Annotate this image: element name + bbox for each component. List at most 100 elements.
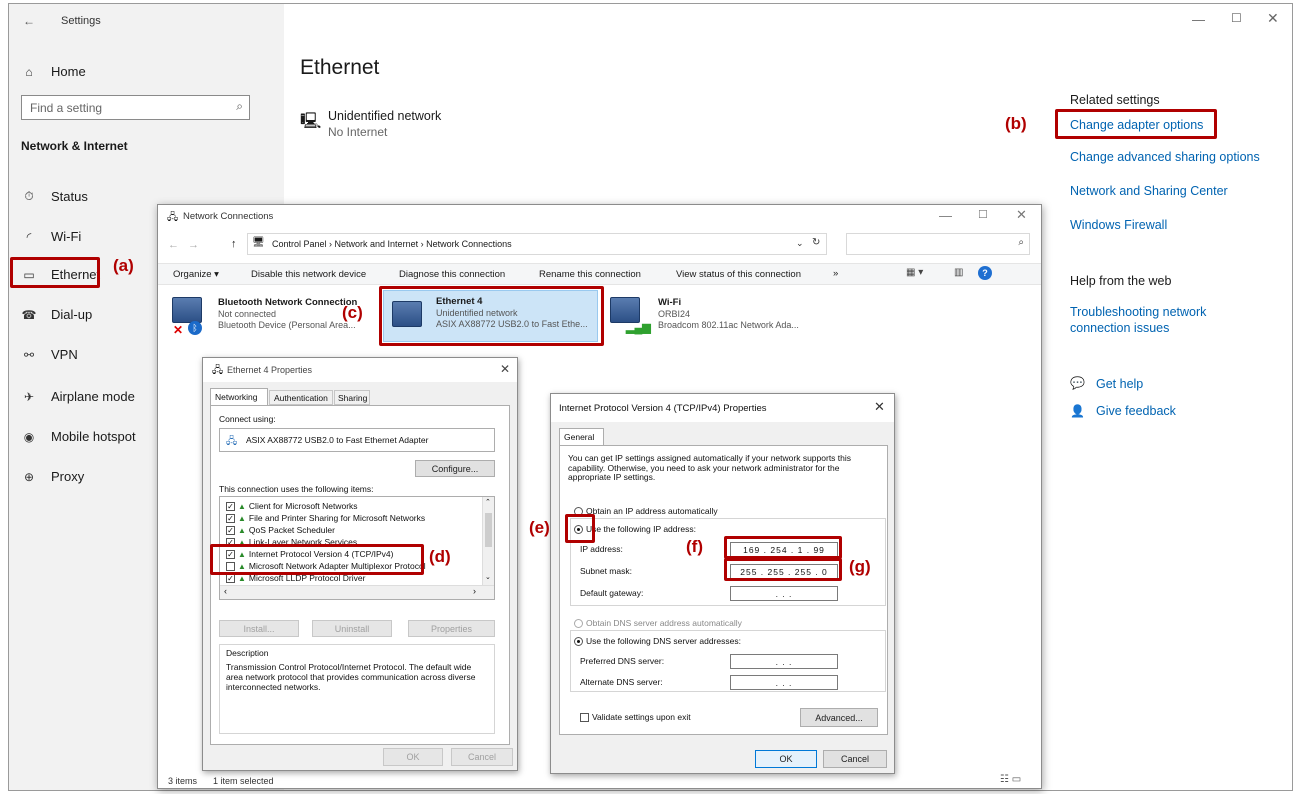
component-checkbox[interactable]: ✓ <box>226 502 235 512</box>
breadcrumb: Control Panel › Network and Internet › N… <box>272 239 512 249</box>
scroll-left-icon[interactable]: ‹ <box>224 586 227 596</box>
status-selected: 1 item selected <box>213 776 274 786</box>
nc-close-icon[interactable]: ✕ <box>1016 207 1027 223</box>
component-item[interactable]: ✓ ▲ File and Printer Sharing for Microsoft… <box>226 513 426 524</box>
component-label: Client for Microsoft Networks <box>248 501 358 511</box>
component-checkbox[interactable]: ✓ <box>226 526 235 536</box>
nc-search-icon: ⌕ <box>1018 237 1024 248</box>
component-item[interactable]: ✓ ▲ QoS Packet Scheduler <box>226 525 335 536</box>
properties-button[interactable]: Properties <box>408 620 495 637</box>
search-input[interactable]: Find a setting ⌕ <box>21 95 250 120</box>
ipv4-cancel-button[interactable]: Cancel <box>823 750 887 768</box>
component-checkbox[interactable]: ✓ <box>226 514 235 524</box>
airplane-icon: ✈ <box>23 389 35 404</box>
toolbar-rename[interactable]: Rename this connection <box>539 269 641 280</box>
toolbar-organize[interactable]: Organize ▾ <box>173 269 219 280</box>
maximize-icon[interactable]: ☐ <box>1231 11 1242 25</box>
gateway-input[interactable]: . . . <box>730 586 838 601</box>
radio-auto-ip[interactable]: Obtain an IP address automatically <box>574 506 718 517</box>
props-titlebar: 🖧 Ethernet 4 Properties ✕ <box>203 358 517 382</box>
preview-pane-icon[interactable]: ▥ <box>954 267 963 278</box>
troubleshooting-link[interactable]: Troubleshooting network connection issue… <box>1070 304 1230 336</box>
toolbar-diagnose[interactable]: Diagnose this connection <box>399 269 505 280</box>
firewall-link[interactable]: Windows Firewall <box>1070 218 1167 232</box>
sidebar-item-status[interactable]: ⏱ Status <box>21 189 88 204</box>
get-help-link[interactable]: Get help <box>1096 377 1143 391</box>
close-icon[interactable]: ✕ <box>1267 10 1279 27</box>
list-vscrollbar[interactable]: ⌃ ⌄ <box>482 497 494 585</box>
give-feedback-link[interactable]: Give feedback <box>1096 404 1176 418</box>
annotation-box-e <box>565 514 595 543</box>
scroll-thumb[interactable] <box>485 513 492 547</box>
sidebar-item-vpn[interactable]: ⚯ VPN <box>21 347 78 362</box>
tab-networking[interactable]: Networking <box>210 388 268 405</box>
props-adapter-icon: 🖧 <box>212 365 224 376</box>
adapter-status: Not connected <box>218 309 277 319</box>
list-hscrollbar[interactable]: ‹ › <box>220 585 494 599</box>
radio-auto-dns[interactable]: Obtain DNS server address automatically <box>574 618 742 629</box>
alternate-dns-input[interactable]: . . . <box>730 675 838 690</box>
back-arrow-icon[interactable]: ← <box>23 14 35 28</box>
scroll-right-icon[interactable]: › <box>473 586 476 596</box>
refresh-icon[interactable]: ↻ <box>812 237 820 248</box>
nav-home-label: Home <box>51 64 86 79</box>
sidebar-item-label: Wi-Fi <box>51 229 82 244</box>
sidebar-item-dial-up[interactable]: ☎ Dial-up <box>21 307 93 322</box>
description-text: Transmission Control Protocol/Internet P… <box>226 662 476 692</box>
props-ok-button[interactable]: OK <box>383 748 443 766</box>
nc-minimize-icon[interactable]: — <box>939 208 952 223</box>
section-heading: Network & Internet <box>21 139 128 153</box>
advanced-sharing-link[interactable]: Change advanced sharing options <box>1070 150 1260 164</box>
validate-checkbox[interactable]: Validate settings upon exit <box>580 712 691 723</box>
preferred-dns-input[interactable]: . . . <box>730 654 838 669</box>
ipv4-title: Internet Protocol Version 4 (TCP/IPv4) P… <box>559 403 767 414</box>
tab-authentication[interactable]: Authentication <box>269 390 333 405</box>
radio-label: Use the following IP address: <box>586 524 696 534</box>
address-dropdown-icon[interactable]: ⌄ <box>796 238 804 249</box>
adapter-wifi[interactable]: ▂▄▆ Wi-Fi ORBI24 Broadcom 802.11ac Netwo… <box>608 295 828 341</box>
sharing-center-link[interactable]: Network and Sharing Center <box>1070 184 1228 198</box>
nic-icon: 🖧 <box>226 436 238 447</box>
toolbar-view-status[interactable]: View status of this connection <box>676 269 801 280</box>
scroll-up-icon[interactable]: ⌃ <box>485 498 491 506</box>
toolbar-disable[interactable]: Disable this network device <box>251 269 366 280</box>
annotation-box-a <box>10 257 100 288</box>
toolbar-more[interactable]: » <box>833 268 838 279</box>
annotation-label-e: (e) <box>529 518 550 537</box>
props-close-icon[interactable]: ✕ <box>500 362 510 376</box>
tab-sharing[interactable]: Sharing <box>334 390 370 405</box>
nc-search-input[interactable]: ⌕ <box>846 233 1030 255</box>
view-options-icon[interactable]: ▦ ▾ <box>906 267 923 278</box>
props-cancel-button[interactable]: Cancel <box>451 748 513 766</box>
sidebar-item-wi-fi[interactable]: ◜ Wi-Fi <box>21 229 82 244</box>
adapter-name: ASIX AX88772 USB2.0 to Fast Ethernet Ada… <box>246 435 429 445</box>
component-item[interactable]: ✓ ▲ Client for Microsoft Networks <box>226 501 358 512</box>
component-checkbox[interactable]: ✓ <box>226 574 235 584</box>
scroll-down-icon[interactable]: ⌄ <box>485 573 491 581</box>
network-name[interactable]: Unidentified network <box>328 109 441 123</box>
nc-up-icon[interactable]: ↑ <box>231 238 237 250</box>
adapter-bluetooth[interactable]: ✕ ᛒ Bluetooth Network Connection Not con… <box>170 295 370 341</box>
address-bar[interactable]: 🖥 Control Panel › Network and Internet ›… <box>247 233 827 255</box>
nav-home[interactable]: ⌂ Home <box>21 64 86 79</box>
nc-back-icon[interactable]: ← <box>168 239 179 251</box>
tab-general[interactable]: General <box>559 428 604 445</box>
sidebar-item-airplane-mode[interactable]: ✈ Airplane mode <box>21 389 135 404</box>
radio-circle <box>574 619 583 629</box>
ipv4-ok-button[interactable]: OK <box>755 750 817 768</box>
component-label: File and Printer Sharing for Microsoft N… <box>248 513 426 523</box>
details-view-icon[interactable]: ☷ ▭ <box>1000 774 1021 785</box>
ipv4-close-icon[interactable]: ✕ <box>874 399 885 415</box>
radio-manual-dns[interactable]: Use the following DNS server addresses: <box>574 636 741 647</box>
advanced-button[interactable]: Advanced... <box>800 708 878 727</box>
uninstall-button[interactable]: Uninstall <box>312 620 392 637</box>
nc-maximize-icon[interactable]: ☐ <box>978 208 988 221</box>
install-button[interactable]: Install... <box>219 620 299 637</box>
minimize-icon[interactable]: — <box>1192 12 1205 27</box>
sidebar-item-mobile-hotspot[interactable]: ◉ Mobile hotspot <box>21 429 136 444</box>
network-status: No Internet <box>328 125 388 139</box>
nc-forward-icon[interactable]: → <box>188 239 199 251</box>
help-icon[interactable]: ? <box>978 266 992 280</box>
configure-button[interactable]: Configure... <box>415 460 495 477</box>
sidebar-item-proxy[interactable]: ⊕ Proxy <box>21 469 84 484</box>
